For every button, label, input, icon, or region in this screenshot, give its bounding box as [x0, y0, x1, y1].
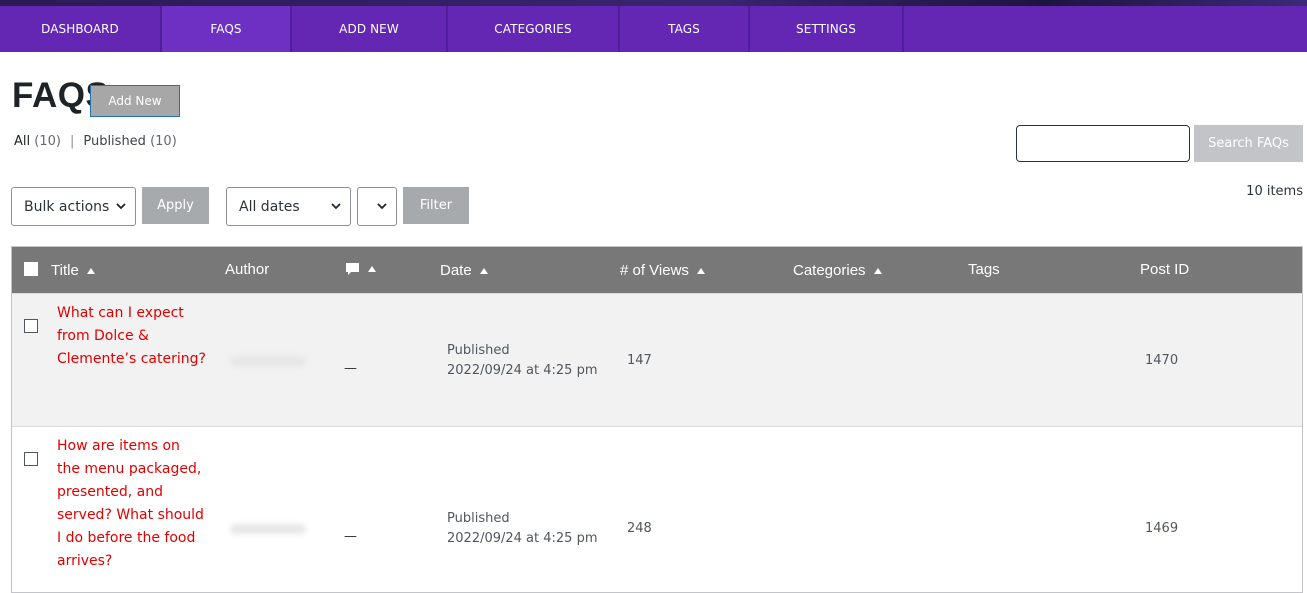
nav-tab-dashboard[interactable]: DASHBOARD	[0, 6, 162, 52]
post-status: Published	[447, 343, 510, 358]
column-post-id-header: Post ID	[1140, 261, 1189, 278]
status-filter-links: All (10) | Published (10)	[14, 134, 177, 149]
faq-title-line: arrives?	[57, 553, 113, 569]
nav-tab-tags[interactable]: TAGS	[620, 6, 750, 52]
column-views-header[interactable]: # of Views	[620, 262, 705, 279]
select-all-checkbox[interactable]	[24, 262, 38, 276]
dates-filter-select[interactable]: All dates	[226, 187, 351, 226]
sort-arrow-icon	[696, 267, 705, 274]
post-date: 2022/09/24 at 4:25 pm	[447, 363, 598, 378]
top-navigation-bar: DASHBOARD FAQS ADD NEW CATEGORIES TAGS S…	[0, 0, 1307, 52]
comments-count: —	[344, 361, 357, 376]
filter-separator: |	[69, 134, 75, 149]
filter-all-label: All	[14, 134, 31, 149]
bulk-actions-value: Bulk actions	[24, 198, 110, 215]
items-count: 10 items	[1246, 184, 1303, 199]
column-tags-label: Tags	[968, 261, 1000, 278]
table-row: What can I expect from Dolce & Clemente’…	[12, 293, 1302, 426]
author-redacted	[230, 356, 306, 366]
faq-title-line: the menu packaged,	[57, 461, 202, 477]
column-author-header: Author	[225, 261, 269, 278]
faq-title-line: served? What should	[57, 507, 204, 523]
date-cell: Published 2022/09/24 at 4:25 pm	[447, 341, 598, 381]
column-categories-label: Categories	[793, 262, 866, 279]
comments-count: —	[344, 529, 357, 544]
sort-arrow-icon	[368, 266, 376, 272]
author-redacted	[230, 524, 306, 534]
nav-tab-faqs[interactable]: FAQS	[162, 6, 292, 52]
apply-button[interactable]: Apply	[142, 187, 209, 224]
post-id: 1470	[1145, 353, 1179, 368]
post-date: 2022/09/24 at 4:25 pm	[447, 531, 598, 546]
post-status: Published	[447, 511, 510, 526]
column-title-label: Title	[51, 262, 79, 279]
sort-arrow-icon	[86, 267, 95, 274]
chevron-down-icon	[116, 203, 126, 210]
column-views-label: # of Views	[620, 262, 689, 279]
faq-title-link[interactable]: What can I expect from Dolce & Clemente’…	[57, 302, 207, 371]
dates-filter-value: All dates	[239, 198, 300, 215]
filter-published-label: Published	[83, 134, 146, 149]
filter-published-link[interactable]: Published (10)	[83, 134, 176, 149]
faqs-table: Title Author Date # of Views Categories …	[11, 246, 1303, 593]
row-checkbox[interactable]	[24, 319, 38, 333]
nav-tab-settings[interactable]: SETTINGS	[750, 6, 904, 52]
column-date-label: Date	[440, 262, 472, 279]
filter-published-count: (10)	[150, 134, 177, 149]
column-post-id-label: Post ID	[1140, 261, 1190, 278]
filter-button[interactable]: Filter	[403, 187, 469, 224]
faq-title-line: How are items on	[57, 438, 180, 454]
add-new-button[interactable]: Add New	[90, 85, 180, 117]
chevron-down-icon	[331, 203, 341, 210]
row-checkbox[interactable]	[24, 452, 38, 466]
column-categories-header[interactable]: Categories	[793, 262, 882, 279]
faq-title-line: I do before the food	[57, 530, 196, 546]
faq-title-line: from Dolce &	[57, 328, 149, 344]
column-title-header[interactable]: Title	[51, 262, 95, 279]
views-count: 147	[627, 353, 652, 368]
faq-title-line: presented, and	[57, 484, 163, 500]
table-row: How are items on the menu packaged, pres…	[12, 426, 1302, 592]
date-cell: Published 2022/09/24 at 4:25 pm	[447, 509, 598, 549]
faq-title-line: Clemente’s catering?	[57, 351, 206, 367]
filter-all-count: (10)	[34, 134, 61, 149]
chevron-down-icon	[377, 203, 387, 210]
nav-tab-categories[interactable]: CATEGORIES	[448, 6, 620, 52]
bulk-actions-select[interactable]: Bulk actions	[11, 187, 136, 226]
table-header: Title Author Date # of Views Categories …	[12, 247, 1302, 293]
post-id: 1469	[1145, 521, 1179, 536]
views-count: 248	[627, 521, 652, 536]
search-input[interactable]	[1016, 125, 1190, 162]
search-faqs-button[interactable]: Search FAQs	[1194, 125, 1303, 162]
column-comments-header[interactable]	[345, 262, 376, 276]
faq-title-line: What can I expect	[57, 305, 184, 321]
nav-tab-add-new[interactable]: ADD NEW	[292, 6, 448, 52]
comment-icon	[346, 263, 359, 275]
sort-arrow-icon	[873, 267, 882, 274]
sort-arrow-icon	[479, 267, 488, 274]
column-tags-header: Tags	[968, 261, 1000, 278]
column-author-label: Author	[225, 261, 270, 278]
category-filter-select[interactable]	[357, 187, 397, 226]
filter-all-link[interactable]: All (10)	[14, 134, 61, 149]
column-date-header[interactable]: Date	[440, 262, 488, 279]
faq-title-link[interactable]: How are items on the menu packaged, pres…	[57, 435, 207, 573]
